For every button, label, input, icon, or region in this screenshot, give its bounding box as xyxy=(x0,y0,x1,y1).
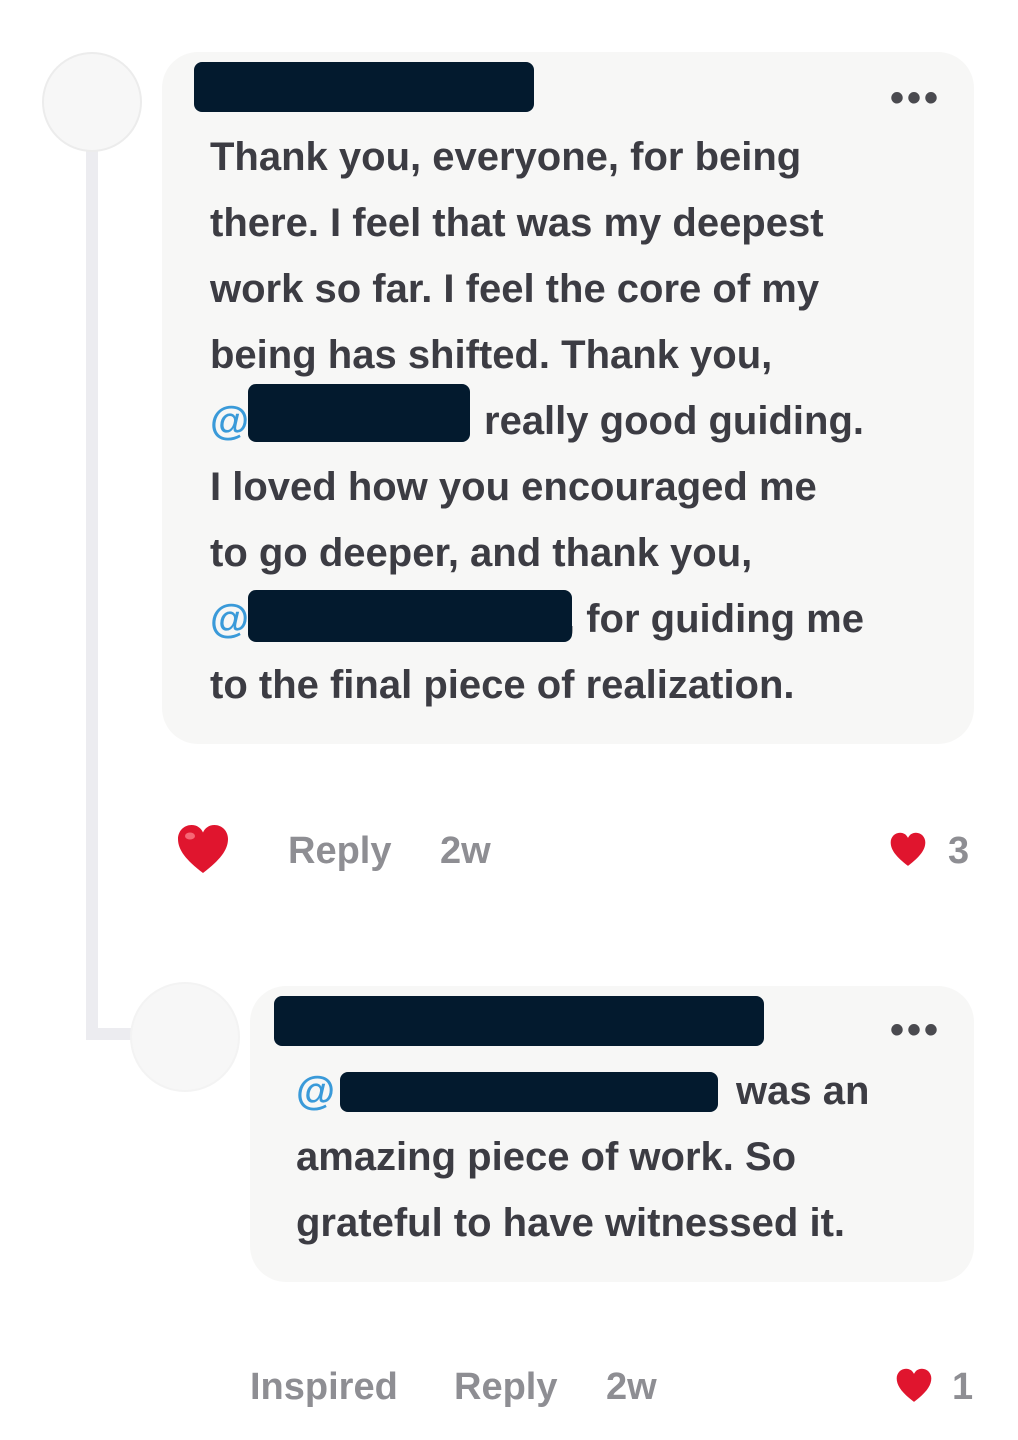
comment-line: really good guiding. xyxy=(484,399,864,443)
comment-line: work so far. I feel the core of my xyxy=(210,267,820,311)
avatar[interactable] xyxy=(42,52,142,152)
mention-link[interactable]: @ xyxy=(296,1069,335,1113)
like-count-heart-icon xyxy=(896,1368,932,1402)
more-options-icon[interactable]: ••• xyxy=(890,1010,941,1050)
comment-line: , for guiding me xyxy=(564,597,864,641)
thread-connector-vertical xyxy=(86,140,98,1040)
timestamp: 2w xyxy=(606,1366,657,1408)
comment-line-mention: @ xyxy=(210,388,249,454)
timestamp: 2w xyxy=(440,830,491,872)
like-count[interactable]: 3 xyxy=(948,830,969,873)
like-count-heart-icon xyxy=(890,832,926,866)
mention-link[interactable]: @ xyxy=(210,597,249,641)
comment-bubble: ••• Thank you, everyone, for being there… xyxy=(162,52,974,744)
redacted-mention[interactable] xyxy=(248,384,470,442)
comment-line-mention: @ xyxy=(210,586,249,652)
redacted-mention[interactable] xyxy=(248,590,572,642)
reaction-label[interactable]: Inspired xyxy=(250,1366,398,1409)
comment-line: there. I feel that was my deepest xyxy=(210,201,824,245)
comment-line: to go deeper, and thank you, xyxy=(210,531,753,575)
avatar[interactable] xyxy=(130,982,240,1092)
heart-react-icon[interactable] xyxy=(176,824,230,876)
comment-line: was an xyxy=(736,1069,870,1113)
redacted-username[interactable] xyxy=(274,996,764,1046)
redacted-mention[interactable] xyxy=(340,1072,718,1112)
reply-button[interactable]: Reply xyxy=(454,1366,557,1409)
mention-link[interactable]: @ xyxy=(210,399,249,443)
comment-line: being has shifted. Thank you, xyxy=(210,333,773,377)
comment-line-mention: @ xyxy=(296,1058,335,1124)
comment-line: amazing piece of work. So xyxy=(296,1135,797,1179)
comment-bubble: ••• @ was an amazing piece of work. So g… xyxy=(250,986,974,1282)
reply-button[interactable]: Reply xyxy=(288,830,391,873)
comment-line: to the final piece of realization. xyxy=(210,663,795,707)
redacted-username[interactable] xyxy=(194,62,534,112)
comment-line: I loved how you encouraged me xyxy=(210,465,817,509)
like-count[interactable]: 1 xyxy=(952,1366,973,1409)
comment-line: Thank you, everyone, for being xyxy=(210,135,802,179)
comment-line: grateful to have witnessed it. xyxy=(296,1201,846,1245)
more-options-icon[interactable]: ••• xyxy=(890,78,941,118)
